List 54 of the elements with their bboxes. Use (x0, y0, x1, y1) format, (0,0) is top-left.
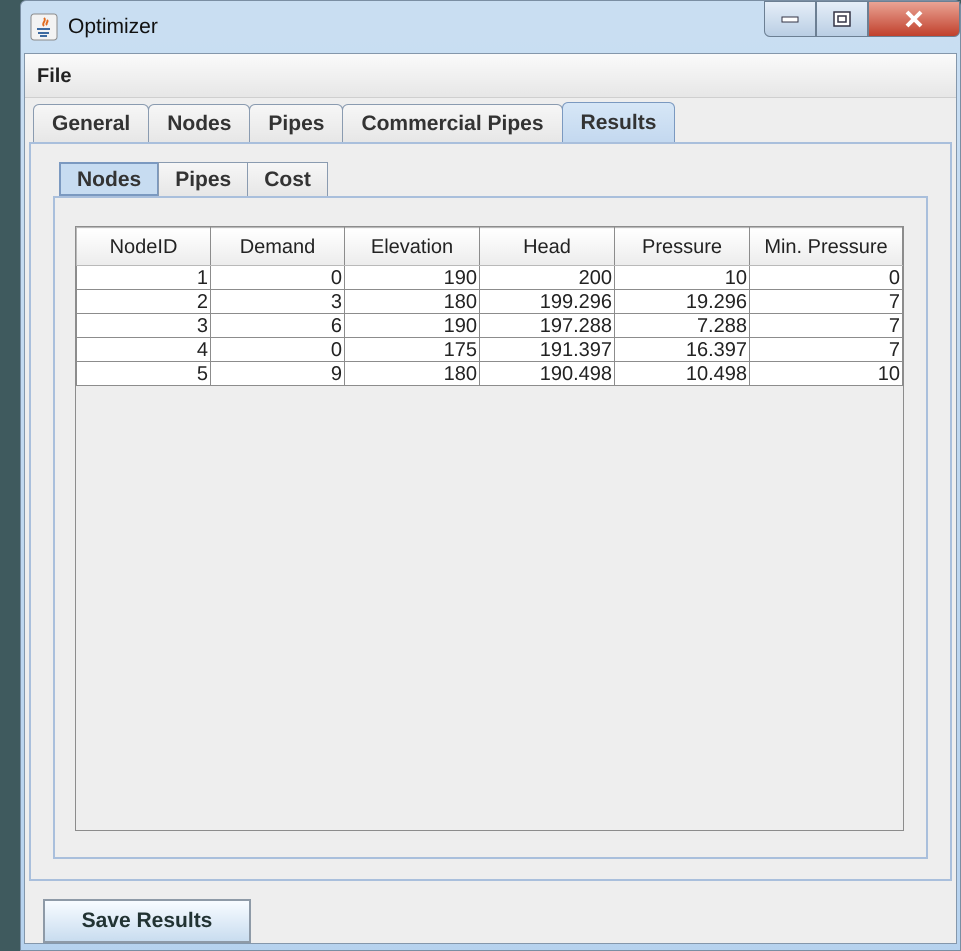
table-cell: 0 (210, 266, 344, 290)
table-cell: 190 (344, 266, 480, 290)
table-cell: 190 (344, 314, 480, 338)
table-cell: 180 (344, 290, 480, 314)
tab[interactable]: Nodes (148, 104, 250, 142)
save-results-button[interactable]: Save Results (43, 899, 251, 943)
column-header[interactable]: Elevation (344, 228, 480, 266)
table-cell: 7 (750, 314, 902, 338)
table-cell: 3 (76, 314, 210, 338)
table-cell: 175 (344, 338, 480, 362)
tab[interactable]: Cost (247, 162, 328, 196)
minimize-button[interactable] (764, 1, 816, 37)
column-header[interactable]: NodeID (76, 228, 210, 266)
table-cell: 199.296 (480, 290, 614, 314)
table-cell: 5 (76, 362, 210, 386)
window-title: Optimizer (68, 14, 158, 40)
table-cell: 6 (210, 314, 344, 338)
table-cell: 10 (750, 362, 902, 386)
table-cell: 10 (614, 266, 750, 290)
tab[interactable]: Pipes (158, 162, 248, 196)
tab[interactable]: Pipes (249, 104, 344, 142)
table-cell: 190.498 (480, 362, 614, 386)
tab[interactable]: Commercial Pipes (342, 104, 563, 142)
table-cell: 9 (210, 362, 344, 386)
table-cell: 0 (750, 266, 902, 290)
column-header[interactable]: Pressure (614, 228, 750, 266)
table-cell: 19.296 (614, 290, 750, 314)
close-icon (904, 10, 924, 28)
table-cell: 0 (210, 338, 344, 362)
table-cell: 3 (210, 290, 344, 314)
column-header[interactable]: Min. Pressure (750, 228, 902, 266)
table-cell: 180 (344, 362, 480, 386)
table-cell: 1 (76, 266, 210, 290)
tab[interactable]: Nodes (59, 162, 160, 196)
minimize-icon (781, 15, 799, 23)
maximize-button[interactable] (816, 1, 868, 37)
table-cell: 16.397 (614, 338, 750, 362)
table-cell: 2 (76, 290, 210, 314)
maximize-icon (833, 11, 851, 27)
column-header[interactable]: Head (480, 228, 614, 266)
table-cell: 7.288 (614, 314, 750, 338)
table-cell: 200 (480, 266, 614, 290)
close-button[interactable] (868, 1, 960, 37)
table-cell: 191.397 (480, 338, 614, 362)
table-cell: 10.498 (614, 362, 750, 386)
table-cell: 197.288 (480, 314, 614, 338)
tab[interactable]: General (33, 104, 150, 142)
table-cell: 7 (750, 338, 902, 362)
table-cell: 4 (76, 338, 210, 362)
column-header[interactable]: Demand (210, 228, 344, 266)
tab[interactable]: Results (562, 102, 676, 142)
table-cell: 7 (750, 290, 902, 314)
app-icon (30, 13, 58, 41)
menu-item[interactable]: File (35, 60, 74, 90)
